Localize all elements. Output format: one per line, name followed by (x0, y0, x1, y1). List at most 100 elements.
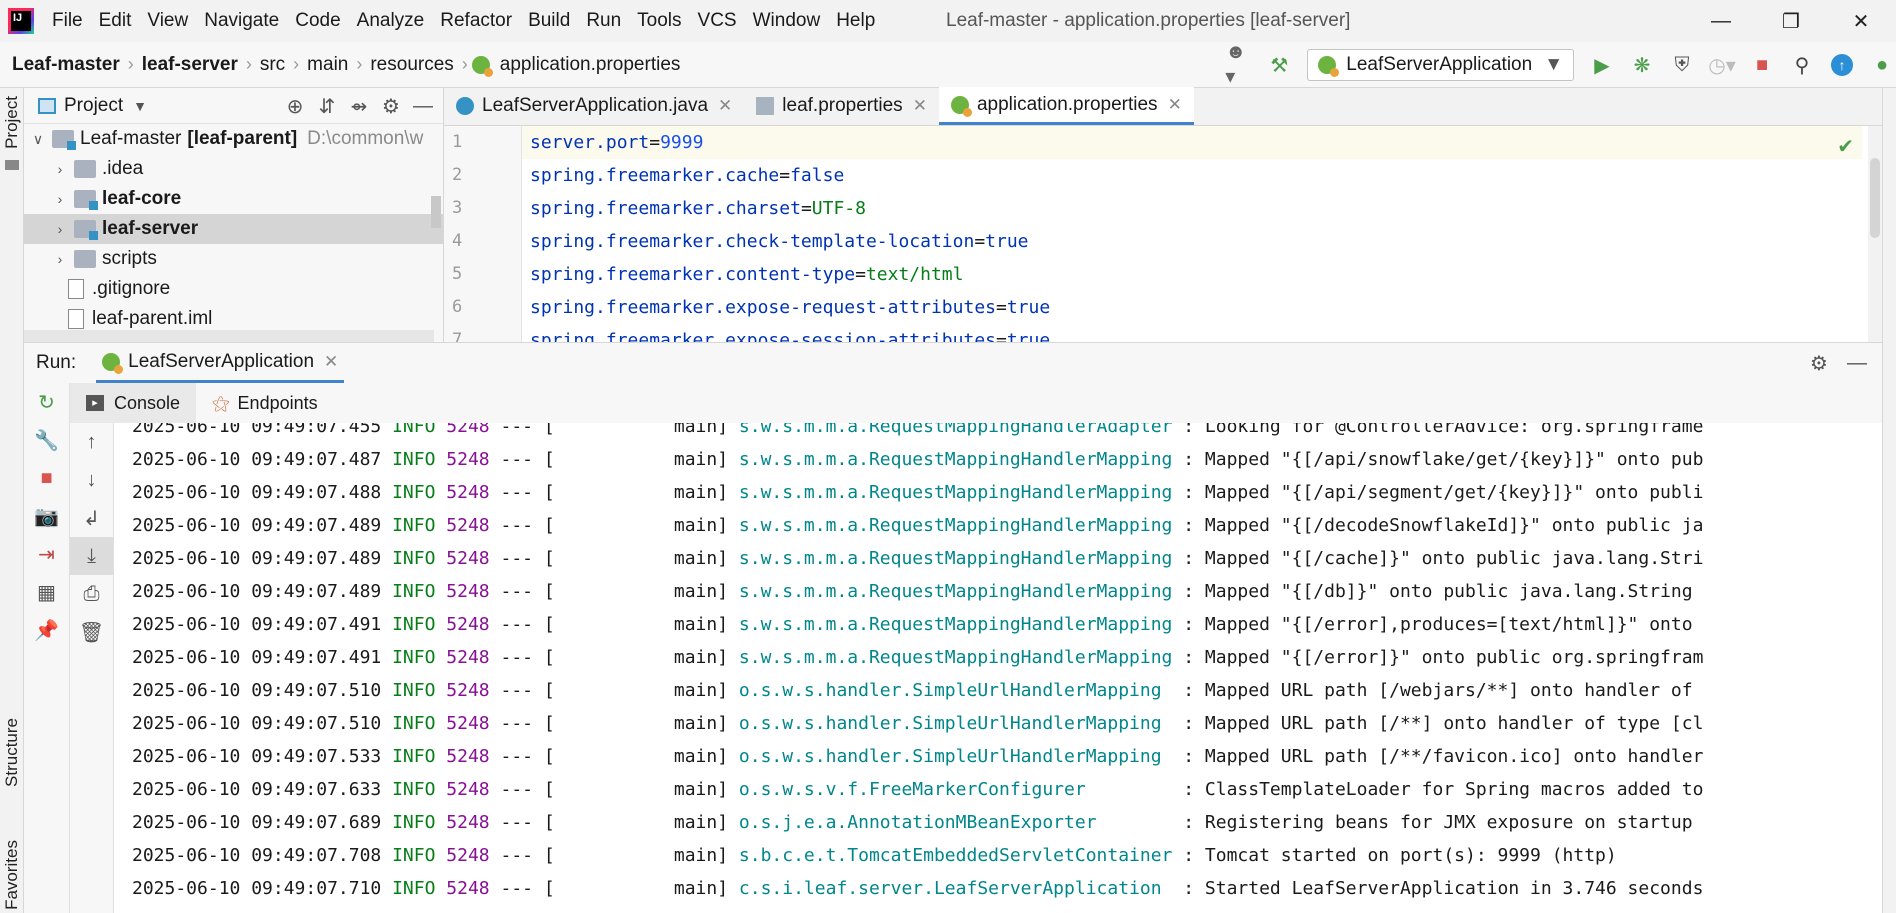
close-icon[interactable]: ✕ (913, 96, 927, 116)
property-key: server.port (530, 132, 650, 153)
nav-toolbar: ☻▾ ⚒ LeafServerApplication ▼ ▶ ❋ ⛨ ◷▾ ■ … (1219, 41, 1896, 88)
pin-icon[interactable]: 📌 (24, 611, 69, 649)
chevron-down-icon[interactable]: ▼ (133, 98, 147, 114)
user-icon[interactable]: ☻▾ (1225, 41, 1253, 88)
run-icon[interactable]: ▶ (1588, 51, 1616, 79)
tab-application-properties[interactable]: application.properties ✕ (938, 87, 1194, 125)
close-icon[interactable]: ✕ (718, 96, 732, 116)
expand-all-icon[interactable]: ⇵ (311, 94, 343, 119)
camera-icon[interactable]: 📷 (24, 497, 69, 535)
stop-icon[interactable]: ■ (24, 459, 69, 497)
breadcrumb-src[interactable]: src (256, 54, 289, 76)
menu-build[interactable]: Build (520, 0, 578, 42)
exit-icon[interactable]: ⇥ (24, 535, 69, 573)
menu-analyze[interactable]: Analyze (349, 0, 433, 42)
menu-window[interactable]: Window (745, 0, 829, 42)
log-thread: --- [ main] (489, 746, 739, 767)
stripe-structure[interactable]: Structure (2, 718, 22, 787)
soft-wrap-icon[interactable]: ↲ (70, 499, 113, 537)
log-pid: 5248 (446, 449, 490, 470)
code-line[interactable]: spring.freemarker.expose-session-attribu… (522, 324, 1862, 342)
coverage-icon[interactable]: ⛨ (1668, 51, 1696, 79)
collapse-all-icon[interactable]: ⇴ (343, 94, 375, 119)
menu-view[interactable]: View (139, 0, 196, 42)
tab-leaf-server-application[interactable]: LeafServerApplication.java ✕ (444, 87, 744, 125)
update-icon[interactable]: ↑ (1828, 51, 1856, 79)
stripe-project[interactable]: Project (2, 96, 22, 149)
gear-icon[interactable]: ⚙ (1800, 351, 1838, 376)
close-window-icon[interactable]: ✕ (1826, 0, 1896, 42)
close-icon[interactable]: ✕ (1168, 95, 1182, 115)
tree-root[interactable]: ∨ Leaf-master [leaf-parent] D:\common\w (24, 124, 443, 154)
gear-icon[interactable]: ⚙ (375, 94, 407, 119)
tree-item-gitignore[interactable]: .gitignore (24, 274, 443, 304)
menu-file[interactable]: File (44, 0, 91, 42)
subtab-endpoints[interactable]: ⚝ Endpoints (196, 383, 334, 423)
breadcrumb-resources[interactable]: resources (366, 54, 457, 76)
tree-item-leaf-server[interactable]: › leaf-server (24, 214, 443, 244)
hide-icon[interactable]: — (1838, 352, 1876, 375)
chevron-right-icon[interactable]: › (52, 251, 68, 267)
menu-edit[interactable]: Edit (91, 0, 140, 42)
chevron-right-icon[interactable]: › (52, 221, 68, 237)
layout-icon[interactable]: ▦ (24, 573, 69, 611)
menu-navigate[interactable]: Navigate (196, 0, 287, 42)
minimize-icon[interactable]: — (1686, 0, 1756, 42)
chevron-right-icon[interactable]: › (52, 161, 68, 177)
code-line[interactable]: spring.freemarker.check-template-locatio… (522, 225, 1862, 258)
search-icon[interactable]: ⚲ (1788, 51, 1816, 79)
log-logger: s.w.s.m.m.a.RequestMappingHandlerMapping (738, 647, 1184, 668)
run-tab-leaf-server-application[interactable]: LeafServerApplication ✕ (96, 343, 345, 383)
tab-leaf-properties[interactable]: leaf.properties ✕ (744, 87, 939, 125)
code-line[interactable]: server.port=9999 (522, 126, 1862, 159)
breadcrumb-module[interactable]: leaf-server (138, 54, 242, 76)
tree-item-leaf-core[interactable]: › leaf-core (24, 184, 443, 214)
wrench-icon[interactable]: 🔧 (24, 421, 69, 459)
trash-icon[interactable]: 🗑 (70, 613, 113, 651)
stripe-favorites[interactable]: Favorites (2, 840, 22, 910)
run-label: Run: (36, 352, 77, 373)
code-area[interactable]: server.port=9999 spring.freemarker.cache… (522, 126, 1862, 342)
code-line[interactable]: spring.freemarker.charset=UTF-8 (522, 192, 1862, 225)
arrow-down-icon[interactable]: ↓ (70, 461, 113, 499)
debug-icon[interactable]: ❋ (1628, 51, 1656, 79)
code-line[interactable]: spring.freemarker.expose-request-attribu… (522, 291, 1862, 324)
subtab-console[interactable]: ▸ Console (70, 383, 197, 423)
breadcrumb-project[interactable]: Leaf-master (8, 54, 124, 76)
editor-scrollbar[interactable] (1868, 126, 1882, 342)
rerun-icon[interactable]: ↻ (24, 383, 69, 421)
profile-icon[interactable]: ◷▾ (1708, 51, 1736, 79)
line-number: 2 (452, 165, 463, 185)
close-icon[interactable]: ✕ (324, 352, 338, 372)
menu-vcs[interactable]: VCS (690, 0, 745, 42)
chevron-right-icon[interactable]: › (52, 191, 68, 207)
chevron-down-icon[interactable]: ∨ (30, 131, 46, 148)
plugin-icon[interactable]: ● (1868, 51, 1896, 79)
breadcrumb-file[interactable]: application.properties (496, 54, 685, 76)
code-line[interactable]: spring.freemarker.content-type=text/html (522, 258, 1862, 291)
locate-icon[interactable]: ⊕ (279, 94, 311, 119)
scroll-to-end-icon[interactable]: ⤓ (70, 537, 113, 575)
menu-run[interactable]: Run (578, 0, 629, 42)
tree-item-idea[interactable]: › .idea (24, 154, 443, 184)
build-hammer-icon[interactable]: ⚒ (1265, 51, 1293, 79)
menu-code[interactable]: Code (287, 0, 348, 42)
restore-icon[interactable]: ❐ (1756, 0, 1826, 42)
menu-refactor[interactable]: Refactor (432, 0, 520, 42)
project-scrollbar[interactable] (431, 196, 441, 228)
log-thread: --- [ main] (489, 713, 739, 734)
arrow-up-icon[interactable]: ↑ (70, 423, 113, 461)
log-timestamp: 2025-06-10 09:49:07.487 (132, 449, 382, 470)
tree-item-scripts[interactable]: › scripts (24, 244, 443, 274)
run-configuration-select[interactable]: LeafServerApplication ▼ (1307, 49, 1574, 81)
stop-icon[interactable]: ■ (1748, 51, 1776, 79)
project-horizontal-scrollbar[interactable] (24, 330, 434, 342)
console-output[interactable]: 2025-06-10 09:49:07.455 INFO 5248 --- [ … (114, 423, 1882, 913)
hide-icon[interactable]: — (407, 95, 439, 118)
breadcrumb-main[interactable]: main (303, 54, 352, 76)
print-icon[interactable]: ⎙ (70, 575, 113, 613)
menu-help[interactable]: Help (828, 0, 883, 42)
menu-tools[interactable]: Tools (629, 0, 689, 42)
project-panel-title[interactable]: Project (64, 95, 123, 117)
code-line[interactable]: spring.freemarker.cache=false (522, 159, 1862, 192)
